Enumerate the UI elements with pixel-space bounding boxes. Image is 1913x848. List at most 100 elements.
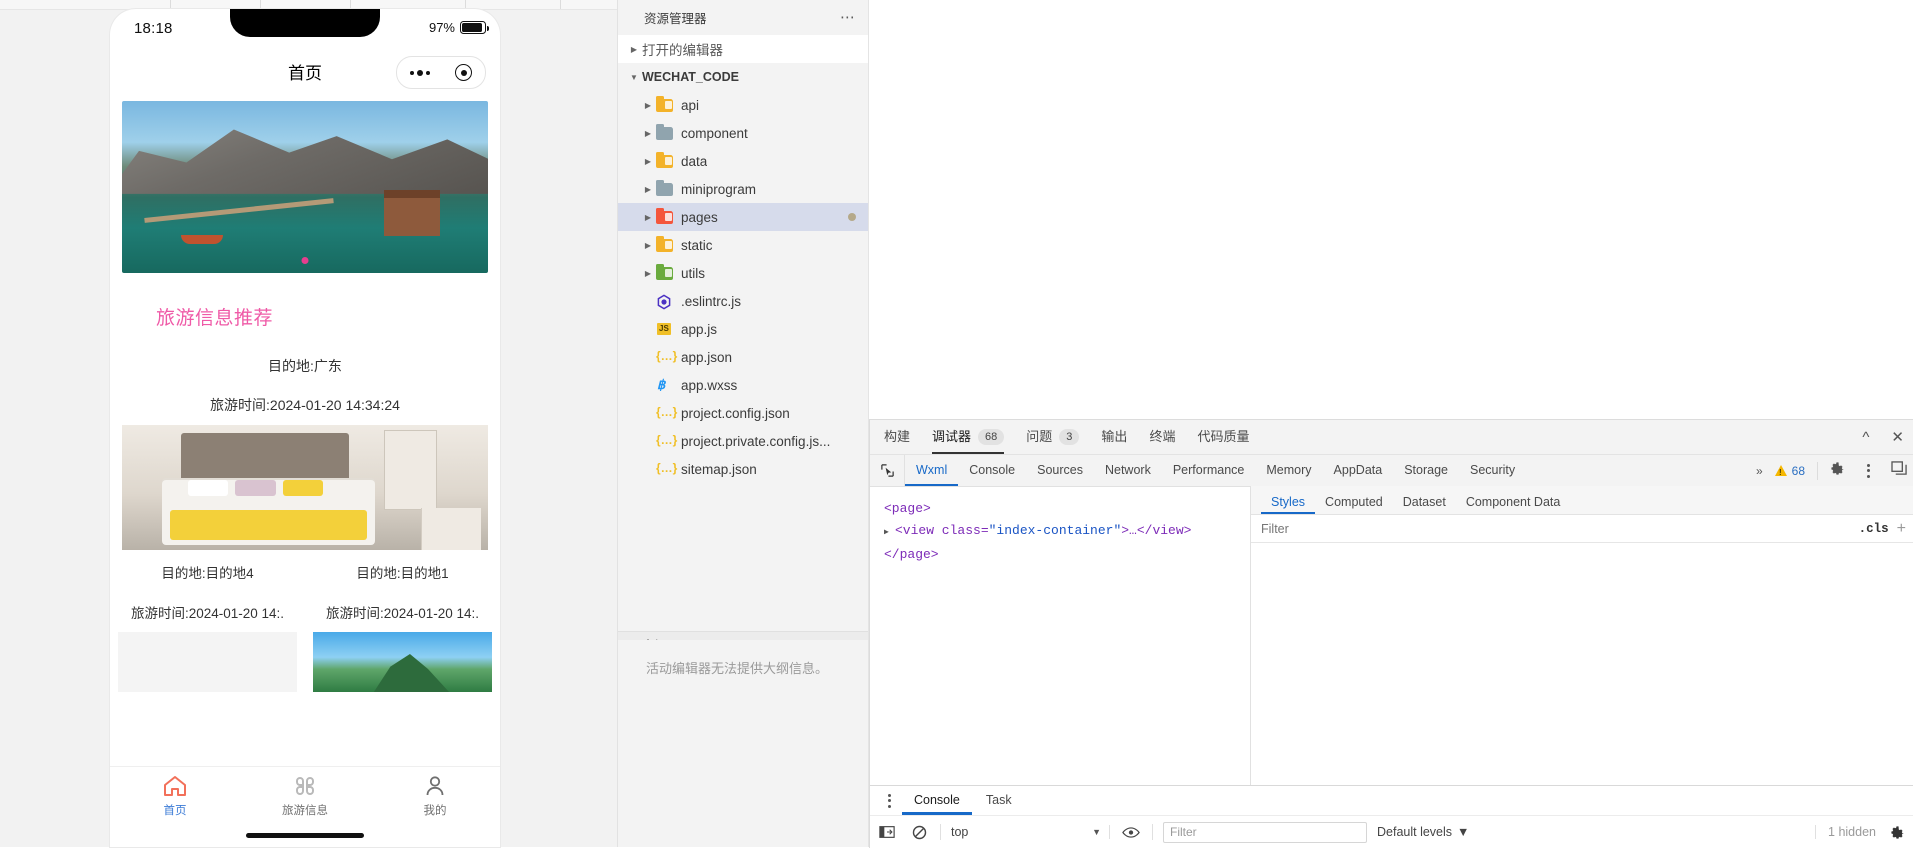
tab-console[interactable]: Console	[958, 455, 1026, 486]
tree-item-label: data	[681, 153, 708, 169]
tree-item-eslintrc[interactable]: .eslintrc.js	[618, 287, 868, 315]
console-context-selector[interactable]: top ▼	[951, 825, 1110, 839]
tree-item-project-private-config[interactable]: {…} project.private.config.js...	[618, 427, 868, 455]
chevron-right-icon[interactable]	[640, 157, 656, 166]
card-thumbnail[interactable]	[118, 632, 297, 692]
tree-item-api[interactable]: api	[618, 91, 868, 119]
home-indicator	[246, 833, 364, 838]
tree-item-utils[interactable]: utils	[618, 259, 868, 287]
tab-performance[interactable]: Performance	[1162, 455, 1256, 486]
tabbar-label: 首页	[163, 805, 187, 817]
drawer-tab-task[interactable]: Task	[974, 786, 1024, 815]
tree-item-data[interactable]: data	[618, 147, 868, 175]
tab-problems[interactable]: 问题 3	[1026, 420, 1080, 454]
caret-down-icon: ▼	[1092, 827, 1101, 837]
tab-label: 调试器	[932, 429, 972, 444]
tab-build[interactable]: 构建	[884, 420, 910, 454]
tab-terminal[interactable]: 终端	[1149, 420, 1175, 454]
tree-item-static[interactable]: static	[618, 231, 868, 259]
wxml-line: <page>	[884, 498, 1250, 520]
wechat-devtools-window: 18:18 97% 首页 旅游信息推荐 目的地:广东 旅游时间:2024-01-…	[0, 0, 1913, 848]
explorer-open-editors[interactable]: 打开的编辑器	[618, 35, 868, 63]
tabbar-item-travel-info[interactable]: 旅游信息	[240, 773, 370, 818]
card-thumbnail[interactable]	[313, 632, 492, 692]
phone-preview[interactable]: 18:18 97% 首页 旅游信息推荐 目的地:广东 旅游时间:2024-01-…	[110, 9, 500, 847]
chevron-right-icon[interactable]	[640, 269, 656, 278]
card-destination: 目的地:目的地4	[161, 566, 254, 581]
live-expression-icon[interactable]	[1120, 822, 1142, 842]
chevron-right-icon[interactable]	[640, 101, 656, 110]
tree-item-component[interactable]: component	[618, 119, 868, 147]
tab-memory[interactable]: Memory	[1255, 455, 1322, 486]
gear-icon[interactable]	[1830, 461, 1845, 481]
drawer-tab-console[interactable]: Console	[902, 786, 972, 815]
tabbar-item-mine[interactable]: 我的	[370, 773, 500, 818]
show-sidebar-icon[interactable]	[876, 822, 898, 842]
tree-item-label: project.private.config.js...	[681, 433, 831, 449]
tab-computed[interactable]: Computed	[1315, 495, 1393, 514]
chevron-right-icon[interactable]	[640, 185, 656, 194]
kebab-menu-icon[interactable]	[878, 793, 900, 808]
tab-appdata[interactable]: AppData	[1323, 455, 1394, 486]
close-icon[interactable]: ✕	[1891, 430, 1904, 445]
mountain-shape	[122, 129, 488, 194]
styles-rules-area	[1251, 543, 1913, 786]
tabbar-item-home[interactable]: 首页	[110, 773, 240, 818]
tab-security[interactable]: Security	[1459, 455, 1526, 486]
chevron-right-icon[interactable]	[640, 129, 656, 138]
chevron-right-icon[interactable]	[640, 213, 656, 222]
wechat-capsule[interactable]	[396, 56, 486, 89]
tree-item-app-wxss[interactable]: ฿ app.wxss	[618, 371, 868, 399]
dock-shape	[144, 197, 335, 223]
warning-indicator[interactable]: 68	[1774, 464, 1805, 478]
clear-console-icon[interactable]	[908, 822, 930, 842]
tab-debugger[interactable]: 调试器 68	[932, 420, 1005, 454]
tab-dataset[interactable]: Dataset	[1393, 495, 1456, 514]
wxml-tree-pane[interactable]: <page> ▶ <view class="index-container">…<…	[870, 486, 1251, 786]
chevron-right-icon[interactable]: ▶	[884, 522, 895, 544]
cursor-select-icon[interactable]	[870, 455, 905, 486]
target-circle-icon[interactable]	[455, 64, 473, 81]
tree-item-pages[interactable]: pages	[618, 203, 868, 231]
styles-filter-input[interactable]	[1259, 520, 1851, 537]
tree-item-miniprogram[interactable]: miniprogram	[618, 175, 868, 203]
tab-code-quality[interactable]: 代码质量	[1197, 420, 1249, 454]
tab-output[interactable]: 输出	[1101, 420, 1127, 454]
console-levels-selector[interactable]: Default levels ▼	[1377, 825, 1469, 839]
chevron-down-icon[interactable]	[626, 73, 642, 82]
caret-down-icon: ▼	[1457, 825, 1470, 839]
tab-storage[interactable]: Storage	[1393, 455, 1459, 486]
explorer-project-root[interactable]: WECHAT_CODE	[618, 63, 868, 91]
carousel-indicator-dot[interactable]	[301, 257, 309, 264]
gear-icon[interactable]	[1886, 822, 1908, 842]
chevron-right-icon[interactable]	[640, 241, 656, 250]
ellipsis-icon[interactable]: ⋯	[840, 10, 856, 25]
plus-icon[interactable]: +	[1897, 520, 1906, 538]
wxml-line[interactable]: ▶ <view class="index-container">…</view>	[884, 520, 1250, 544]
tab-network[interactable]: Network	[1094, 455, 1162, 486]
tree-item-app-json[interactable]: {…} app.json	[618, 343, 868, 371]
folder-icon	[656, 264, 674, 281]
tree-item-project-config[interactable]: {…} project.config.json	[618, 399, 868, 427]
tree-item-label: static	[681, 237, 713, 253]
folder-icon	[656, 180, 674, 197]
room-image[interactable]	[122, 425, 488, 550]
list-item[interactable]: 目的地:目的地1 旅游时间:2024-01-20 14:.	[305, 562, 500, 692]
tab-wxml[interactable]: Wxml	[905, 455, 958, 486]
tab-styles[interactable]: Styles	[1261, 495, 1315, 514]
tree-item-sitemap[interactable]: {…} sitemap.json	[618, 455, 868, 483]
console-filter-input[interactable]: Filter	[1163, 821, 1367, 843]
more-dots-icon[interactable]	[409, 69, 430, 76]
inspector-tab-bar: Wxml Console Sources Network Performance…	[870, 455, 1913, 487]
tab-sources[interactable]: Sources	[1026, 455, 1094, 486]
more-tabs-icon[interactable]: »	[1756, 464, 1763, 478]
kebab-menu-icon[interactable]	[1857, 463, 1879, 478]
dock-panel-icon[interactable]	[1891, 460, 1908, 481]
cls-button[interactable]: .cls	[1859, 522, 1889, 536]
chevron-up-icon[interactable]: ^	[1862, 430, 1869, 445]
hero-banner-image[interactable]	[122, 101, 488, 273]
tree-item-app-js[interactable]: JS app.js	[618, 315, 868, 343]
list-item[interactable]: 目的地:目的地4 旅游时间:2024-01-20 14:.	[110, 562, 305, 692]
chevron-right-icon[interactable]	[626, 45, 642, 54]
tab-component-data[interactable]: Component Data	[1456, 495, 1571, 514]
